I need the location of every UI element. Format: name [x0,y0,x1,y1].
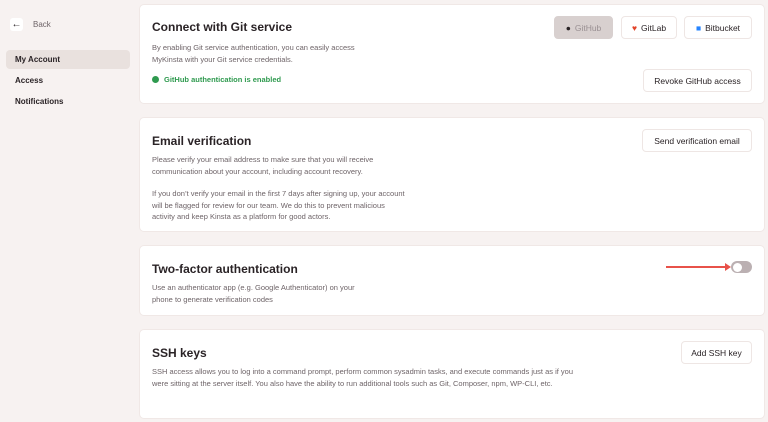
ssh-keys-card: SSH keys SSH access allows you to log in… [139,329,765,419]
gitlab-icon: ♥ [631,22,637,33]
card-description-2: If you don’t verify your email in the fi… [152,189,405,221]
sidebar-item-access[interactable]: Access [6,71,130,90]
revoke-github-button[interactable]: Revoke GitHub access [643,69,752,92]
email-verification-card: Email verification Please verify your em… [139,117,765,232]
back-button[interactable]: ← Back [10,18,51,31]
two-factor-card: Two-factor authentication Use an authent… [139,245,765,316]
github-button[interactable]: ● GitHub [554,16,613,39]
two-factor-toggle[interactable] [731,261,752,273]
sidebar-item-notifications[interactable]: Notifications [6,92,130,111]
arrow-left-icon: ← [10,18,23,31]
sidebar-nav: My Account Access Notifications [6,50,130,113]
status-badge: GitHub authentication is enabled [152,75,281,84]
card-title: SSH keys [152,346,207,360]
git-service-card: Connect with Git service By enabling Git… [139,4,765,104]
bitbucket-icon: ■ [695,22,702,33]
card-description: Use an authenticator app (e.g. Google Au… [152,283,355,304]
card-description: SSH access allows you to log into a comm… [152,367,574,388]
card-title: Email verification [152,134,252,148]
send-verification-email-button[interactable]: Send verification email [642,129,752,152]
github-icon: ● [565,22,571,33]
card-title: Two-factor authentication [152,262,298,276]
sidebar: ← Back My Account Access Notifications [0,0,136,422]
arrow-annotation [666,263,731,271]
sidebar-item-my-account[interactable]: My Account [6,50,130,69]
card-description: Please verify your email address to make… [152,155,374,176]
check-circle-icon [152,76,159,83]
gitlab-button[interactable]: ♥ GitLab [621,16,677,39]
card-description: By enabling Git service authentication, … [152,43,355,64]
add-ssh-key-button[interactable]: Add SSH key [681,341,752,364]
bitbucket-button[interactable]: ■ Bitbucket [684,16,752,39]
card-title: Connect with Git service [152,20,293,34]
